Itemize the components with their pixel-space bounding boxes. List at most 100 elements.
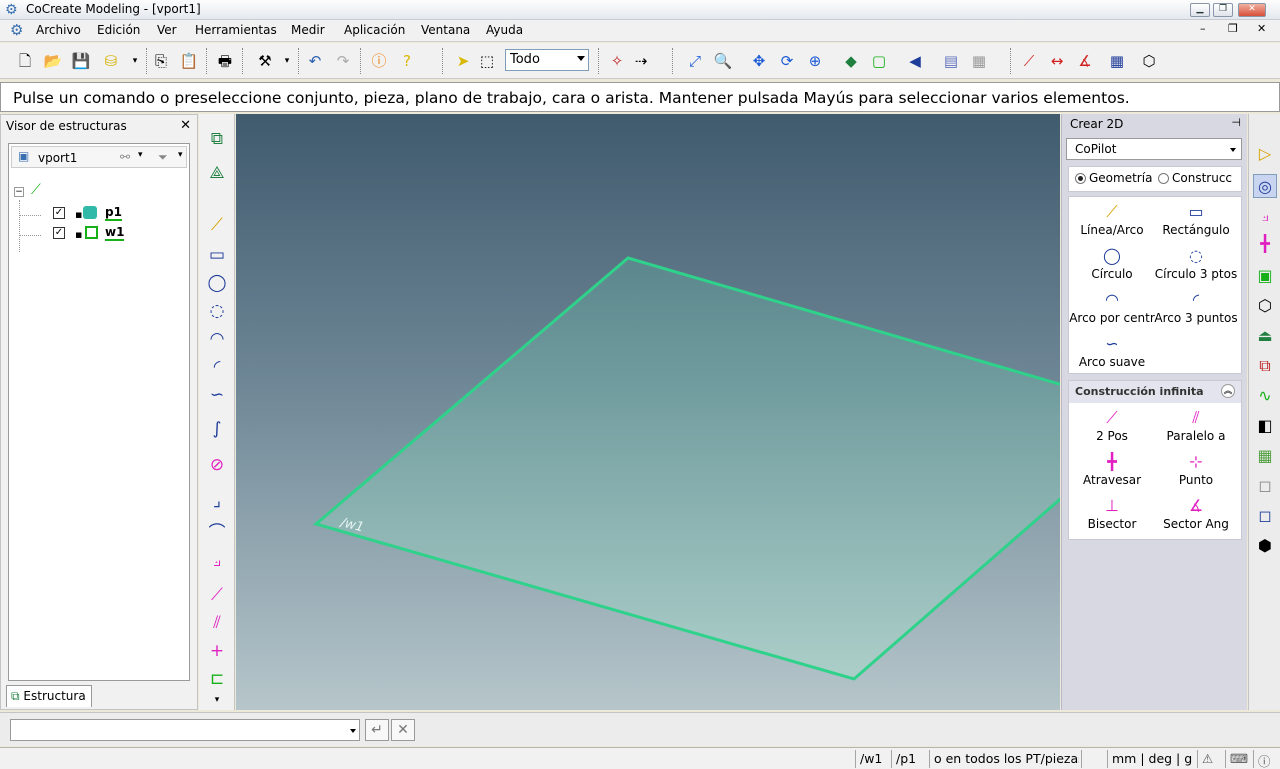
construction-mode-icon[interactable]: ╋: [1253, 232, 1277, 256]
mdi-restore-icon[interactable]: ❐: [1228, 22, 1238, 35]
paste-icon[interactable]: 📋: [178, 50, 200, 72]
arc-3pt-button[interactable]: ◜ Arco 3 puntos: [1153, 289, 1239, 325]
tools-icon[interactable]: ⚒: [254, 50, 276, 72]
radio-geometry[interactable]: [1075, 173, 1086, 184]
radio-geometry-label[interactable]: Geometría: [1089, 171, 1152, 185]
document-gear-icon[interactable]: ⚙: [10, 21, 23, 39]
cancel-command-button[interactable]: ✕: [391, 719, 415, 741]
collapse-up-icon[interactable]: ︽: [1221, 384, 1235, 398]
open-folder-icon[interactable]: 📂: [42, 50, 64, 72]
database-dropdown-icon[interactable]: ▾: [124, 50, 146, 72]
save-icon[interactable]: 💾: [70, 50, 92, 72]
tree-item-w1[interactable]: w1: [105, 225, 125, 241]
undo-icon[interactable]: ↶: [304, 50, 326, 72]
curve-icon[interactable]: ∿: [1253, 384, 1277, 408]
wireframe-view-icon[interactable]: ▢: [868, 50, 890, 72]
keyboard-icon[interactable]: ⌨: [1225, 750, 1253, 768]
bisector-button[interactable]: ⊥ Bisector: [1069, 495, 1155, 531]
drawing-icon[interactable]: ◻: [1253, 504, 1277, 528]
enter-command-button[interactable]: ↵: [365, 719, 389, 741]
trim-tool-icon[interactable]: ⊘: [204, 452, 230, 478]
help-icon[interactable]: ?: [396, 50, 418, 72]
filter-dropdown-icon[interactable]: ▾: [178, 150, 183, 160]
measure-line-icon[interactable]: ⟋: [1018, 50, 1040, 72]
structure-tab[interactable]: ⧉ Estructura: [6, 685, 92, 707]
minimize-button[interactable]: ▁: [1190, 3, 1210, 17]
status-units[interactable]: mm | deg | g: [1107, 750, 1197, 768]
copilot-select[interactable]: CoPilot: [1066, 138, 1242, 160]
extrude-icon[interactable]: ⏏: [1253, 324, 1277, 348]
infinite-construction-header[interactable]: Construcción infinita ︽: [1069, 381, 1241, 403]
database-icon[interactable]: ⛁: [100, 50, 122, 72]
menu-aplicacion[interactable]: Aplicación: [344, 23, 405, 37]
sheet-metal-icon[interactable]: ⬢: [1253, 534, 1277, 558]
structure-tree-icon[interactable]: ⧉: [204, 126, 230, 152]
viewport-canvas[interactable]: /w1: [236, 114, 1060, 710]
status-scope[interactable]: o en todos los PT/piezas: [929, 750, 1079, 768]
measure-angle-icon[interactable]: ∡: [1074, 50, 1096, 72]
arc-center-button[interactable]: ◠ Arco por centr: [1069, 289, 1155, 325]
circle-button[interactable]: ◯ Círculo: [1069, 245, 1155, 281]
line-arc-button[interactable]: ⟋ Línea/Arco: [1069, 201, 1155, 237]
mdi-close-icon[interactable]: ✕: [1257, 22, 1266, 35]
surface-icon[interactable]: ▦: [1253, 444, 1277, 468]
tree-item-p1[interactable]: p1: [105, 205, 122, 221]
command-history-dropdown-icon[interactable]: [350, 729, 356, 733]
circle-3pt-tool-icon[interactable]: ◌: [204, 298, 230, 324]
modify-2d-icon[interactable]: ⟓: [1253, 204, 1277, 228]
spline-tool-icon[interactable]: ∫: [204, 416, 230, 442]
filter-icon[interactable]: ⏷: [158, 150, 168, 165]
status-part[interactable]: /p1: [891, 750, 927, 768]
viewport-selector[interactable]: ▣ vport1 ⚯ ▾ ⏷ ▾: [11, 146, 187, 168]
previous-view-icon[interactable]: ◀: [904, 50, 926, 72]
workplane-mode-icon[interactable]: ▣: [1253, 264, 1277, 288]
parallel-line-icon[interactable]: ⫽: [204, 610, 230, 636]
menu-edicion[interactable]: Edición: [97, 23, 140, 37]
fit-view-icon[interactable]: ⤢: [684, 50, 706, 72]
corner-tool-icon[interactable]: ⌟: [204, 488, 230, 514]
info-icon[interactable]: ⓘ: [368, 50, 390, 72]
circle-tool-icon[interactable]: ◯: [204, 270, 230, 296]
radio-construction-label[interactable]: Construcc: [1172, 171, 1232, 185]
blend-icon[interactable]: ◧: [1253, 414, 1277, 438]
pick-from-icon[interactable]: ✧: [606, 50, 628, 72]
3d-part-icon[interactable]: ⬡: [1253, 294, 1277, 318]
menu-medir[interactable]: Medir: [291, 23, 325, 37]
annotation-icon[interactable]: ◻: [1253, 474, 1277, 498]
warning-icon[interactable]: ⚠: [1197, 750, 1225, 768]
viewport-dropdown-icon[interactable]: ▾: [138, 150, 143, 160]
box-select-icon[interactable]: ⬚: [476, 50, 498, 72]
tools-dropdown-icon[interactable]: ▾: [276, 50, 298, 72]
cross-line-icon[interactable]: +: [204, 638, 230, 664]
copy-icon[interactable]: ⎘: [150, 50, 172, 72]
arc-3pt-tool-icon[interactable]: ◜: [204, 354, 230, 380]
rotate-view-icon[interactable]: ⟳: [776, 50, 798, 72]
create-2d-mode-icon[interactable]: ◎: [1253, 174, 1277, 198]
rectangle-button[interactable]: ▭ Rectángulo: [1153, 201, 1239, 237]
workplane-tool-icon[interactable]: ⟁: [204, 160, 230, 186]
app-gear-icon[interactable]: ⚙: [5, 2, 18, 18]
command-input[interactable]: [10, 719, 360, 741]
line-tool-icon[interactable]: ⟋: [204, 212, 230, 238]
section-view-icon[interactable]: ▤: [940, 50, 962, 72]
w1-checkbox[interactable]: ✓: [53, 227, 65, 239]
structure-close-icon[interactable]: ✕: [180, 118, 191, 133]
menu-herramientas[interactable]: Herramientas: [195, 23, 277, 37]
zoom-icon[interactable]: ⊕: [804, 50, 826, 72]
new-file-icon[interactable]: 🗋: [14, 50, 36, 72]
circle-3pt-button[interactable]: ◌ Círculo 3 ptos: [1153, 245, 1239, 281]
shaded-view-icon[interactable]: ◆: [840, 50, 862, 72]
pin-icon[interactable]: ⊣: [1231, 116, 1241, 129]
rectangle-tool-icon[interactable]: ▭: [204, 242, 230, 268]
arc-center-tool-icon[interactable]: ◠: [204, 326, 230, 352]
point-button[interactable]: ⊹ Punto: [1153, 451, 1239, 487]
radio-construction[interactable]: [1158, 173, 1169, 184]
print-icon[interactable]: 🖶: [214, 50, 236, 72]
chamfer-tool-icon[interactable]: ⟓: [204, 548, 230, 574]
construction-line-icon[interactable]: ⟋: [204, 582, 230, 608]
left-toolbar-more-icon[interactable]: ▾: [204, 694, 230, 706]
pan-icon[interactable]: ✥: [748, 50, 770, 72]
smooth-arc-button[interactable]: ∽ Arco suave: [1069, 333, 1155, 369]
binoculars-icon[interactable]: ⚯: [120, 150, 130, 164]
info-status-icon[interactable]: ⓘ: [1253, 750, 1280, 768]
